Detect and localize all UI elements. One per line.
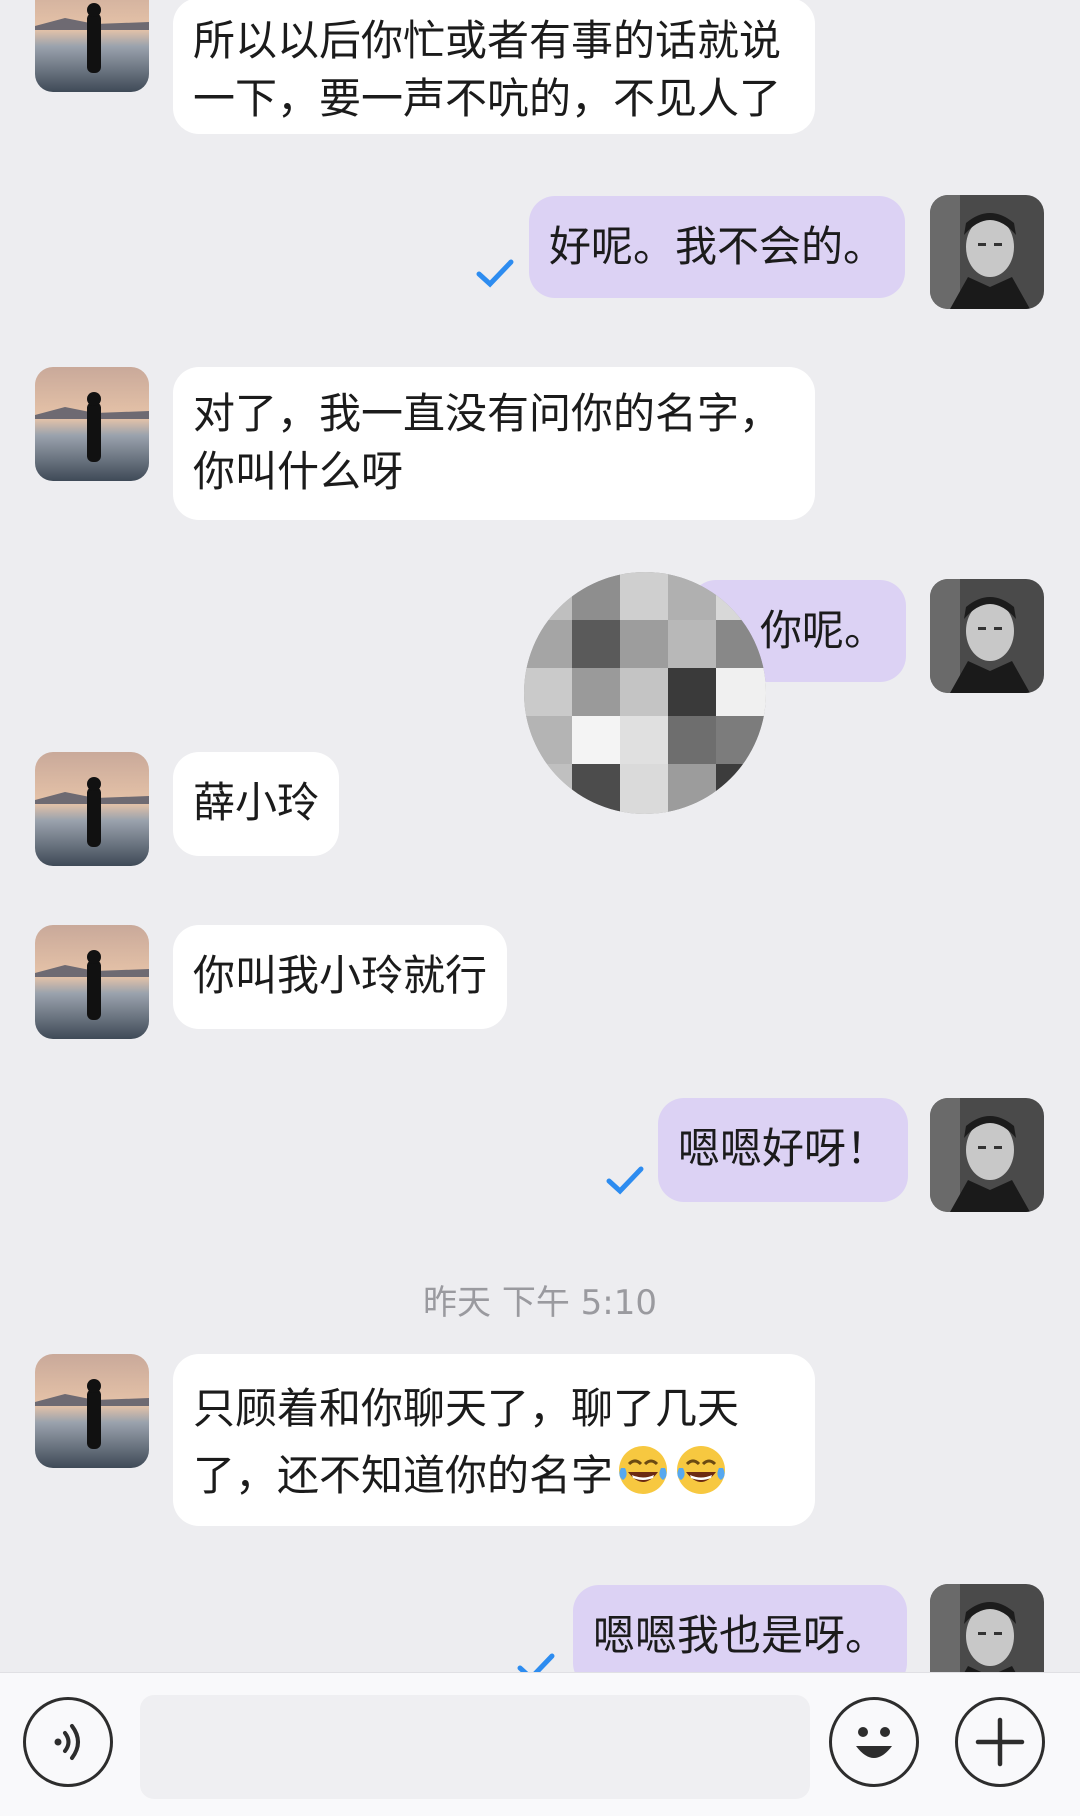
- chat-input-bar: [0, 1672, 1080, 1816]
- message-line-text: 了，还不知道你的名字: [193, 1451, 614, 1500]
- read-check-icon: [476, 259, 514, 288]
- user-avatar[interactable]: [930, 195, 1044, 309]
- user-avatar[interactable]: [930, 1098, 1044, 1212]
- mosaic-blur-overlay: [524, 572, 766, 814]
- message-text: 你呢。: [760, 606, 887, 655]
- plus-icon: [975, 1717, 1025, 1767]
- contact-avatar[interactable]: [35, 925, 149, 1039]
- message-bubble-outgoing[interactable]: 好呢。我不会的。: [529, 196, 906, 298]
- message-bubble-incoming[interactable]: 你叫我小玲就行: [173, 925, 508, 1029]
- message-text: 你叫我小玲就行: [193, 951, 488, 1000]
- message-line: 所以以后你忙或者有事的话就说: [193, 16, 782, 65]
- contact-avatar[interactable]: [35, 0, 149, 92]
- message-bubble-incoming[interactable]: 所以以后你忙或者有事的话就说 一下，要一声不吭的，不见人了: [173, 0, 815, 134]
- tears-of-joy-emoji-icon: [619, 1446, 668, 1494]
- plus-button[interactable]: [955, 1697, 1045, 1787]
- message-bubble-incoming[interactable]: 对了，我一直没有问你的名字， 你叫什么呀: [173, 367, 815, 520]
- message-bubble-incoming[interactable]: 薛小玲: [173, 752, 340, 856]
- message-line: 只顾着和你聊天了，聊了几天: [193, 1384, 740, 1433]
- message-line: 对了，我一直没有问你的名字，: [193, 389, 782, 438]
- message-input[interactable]: [140, 1695, 810, 1799]
- message-line: 一下，要一声不吭的，不见人了: [193, 74, 782, 123]
- message-timestamp: 昨天 下午 5:10: [423, 1283, 657, 1323]
- contact-avatar[interactable]: [35, 752, 149, 866]
- message-text: 嗯嗯我也是呀。: [593, 1611, 888, 1660]
- voice-icon: [54, 1724, 80, 1760]
- message-text: 薛小玲: [193, 778, 320, 827]
- message-line: 了，还不知道你的名字: [193, 1442, 795, 1509]
- tears-of-joy-emoji-icon: [677, 1446, 726, 1494]
- user-avatar[interactable]: [930, 579, 1044, 693]
- message-text: 嗯嗯好呀！: [678, 1124, 889, 1173]
- message-text: 好呢。我不会的。: [549, 222, 886, 271]
- emoji-icon: [856, 1727, 892, 1758]
- voice-button[interactable]: [23, 1697, 113, 1787]
- read-check-icon: [606, 1166, 644, 1195]
- message-bubble-outgoing[interactable]: 嗯嗯好呀！: [658, 1098, 909, 1202]
- contact-avatar[interactable]: [35, 1354, 149, 1468]
- message-line: 你叫什么呀: [193, 447, 404, 496]
- message-bubble-incoming[interactable]: 只顾着和你聊天了，聊了几天 了，还不知道你的名字: [173, 1354, 815, 1526]
- contact-avatar[interactable]: [35, 367, 149, 481]
- emoji-button[interactable]: [829, 1697, 919, 1787]
